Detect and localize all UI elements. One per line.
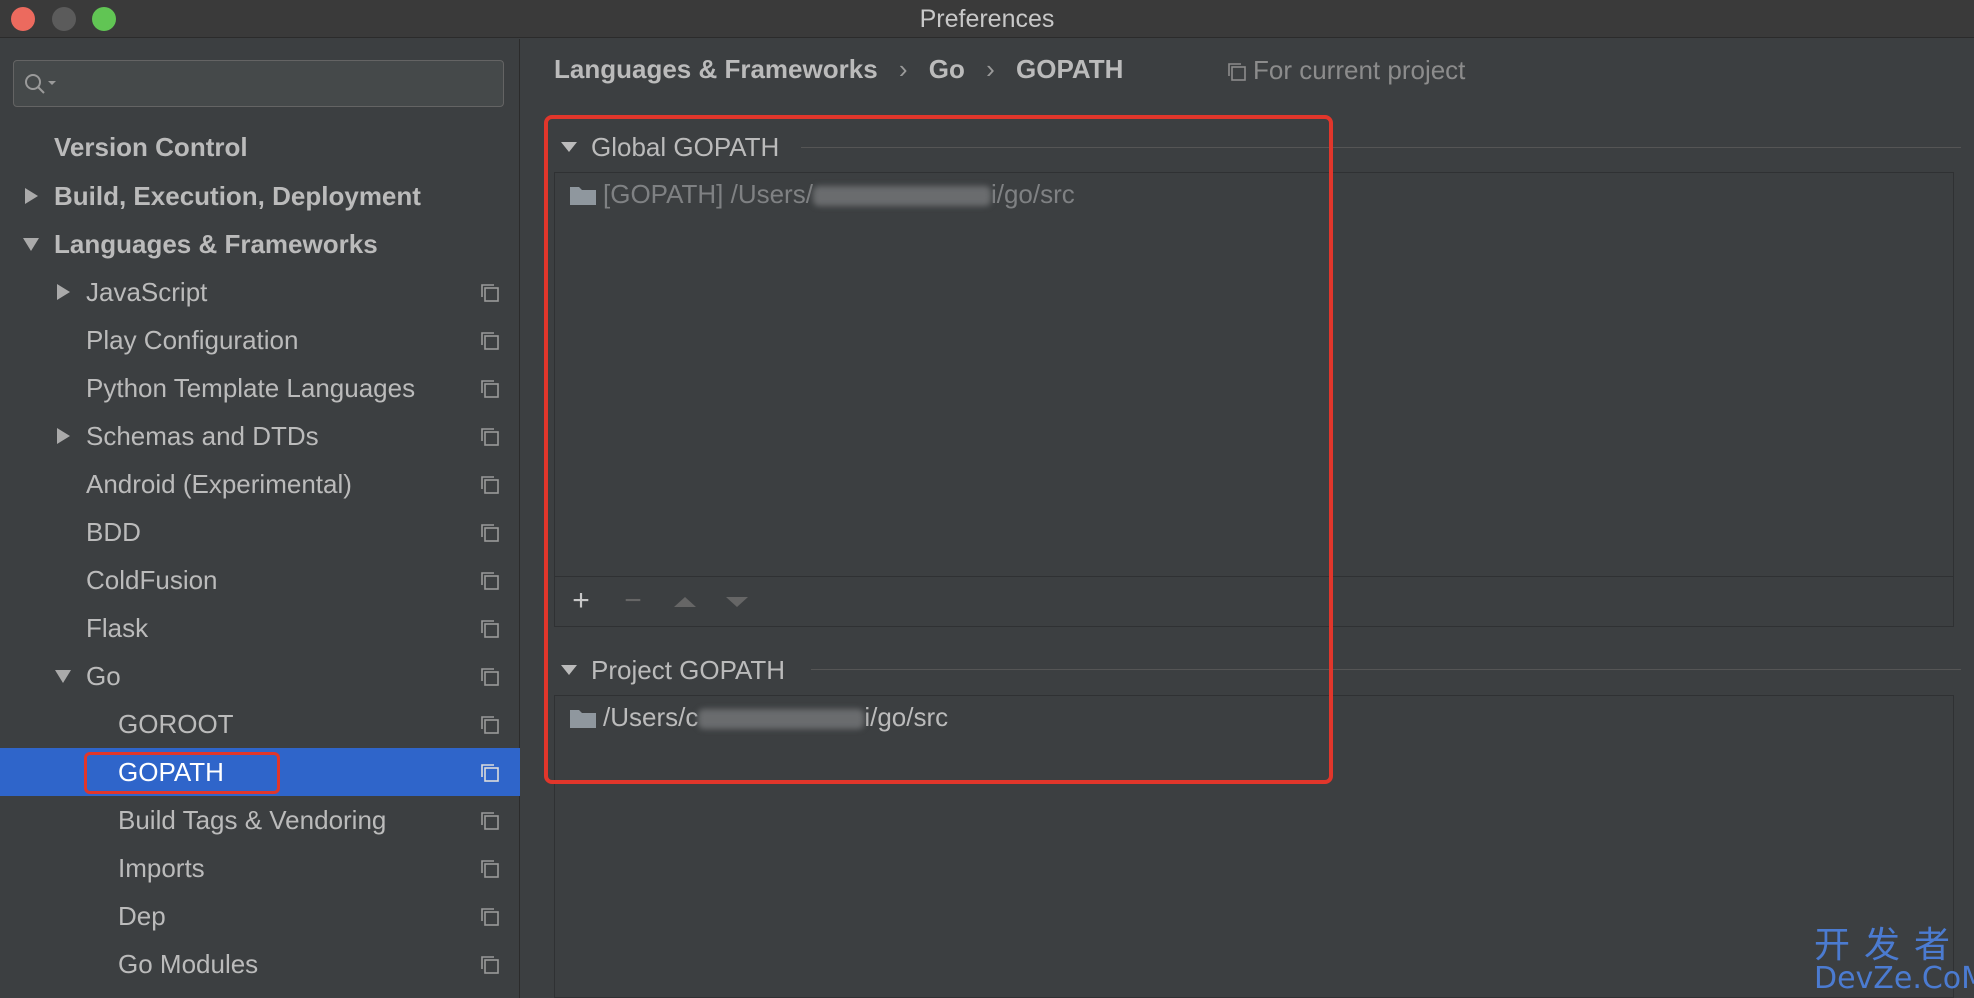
sidebar-item-label: Go Modules (118, 949, 259, 979)
sidebar-item-javascript[interactable]: JavaScript (0, 268, 520, 316)
breadcrumb: Languages & Frameworks › Go › GOPATH (554, 54, 1137, 85)
project-scope-icon (481, 380, 499, 398)
sidebar-item-build-tags-vendoring[interactable]: Build Tags & Vendoring (0, 796, 520, 844)
project-scope-icon (481, 620, 499, 638)
sidebar-item-label: GOPATH (118, 757, 224, 787)
breadcrumb-item-current: GOPATH (1016, 54, 1124, 84)
sidebar-item-label: Android (Experimental) (86, 469, 352, 499)
watermark-logo: 开发者 DevZe.CoM (1814, 925, 1974, 996)
chevron-down-icon[interactable] (54, 667, 72, 685)
sidebar-item-label: GOROOT (118, 709, 234, 739)
sidebar-item-label: Imports (118, 853, 205, 883)
sidebar-item-label: JavaScript (86, 277, 208, 307)
project-scope-icon (481, 284, 499, 302)
sidebar-item-label: Python Template Languages (86, 373, 416, 403)
sidebar-item-label: Flask (86, 613, 149, 643)
scope-label: For current project (1253, 55, 1466, 85)
breadcrumb-separator: › (898, 54, 908, 84)
search-input[interactable] (13, 60, 504, 107)
project-scope-icon (481, 524, 499, 542)
sidebar-item-flask[interactable]: Flask (0, 604, 520, 652)
sidebar-item-label: ColdFusion (86, 565, 218, 595)
project-scope-icon (481, 860, 499, 878)
sidebar-item-goroot[interactable]: GOROOT (0, 700, 520, 748)
sidebar-item-label: Go (86, 661, 121, 691)
sidebar-item-build-execution-deployment[interactable]: Build, Execution, Deployment (0, 172, 520, 220)
project-scope-icon (481, 716, 499, 734)
sidebar-item-python-template-languages[interactable]: Python Template Languages (0, 364, 520, 412)
sidebar-item-coldfusion[interactable]: ColdFusion (0, 556, 520, 604)
sidebar-item-bdd[interactable]: BDD (0, 508, 520, 556)
annotation-highlight-box (544, 115, 1333, 784)
project-scope-icon (481, 908, 499, 926)
settings-sidebar: Version Control Build, Execution, Deploy… (0, 39, 520, 998)
window-title: Preferences (919, 5, 1055, 33)
sidebar-item-version-control[interactable]: Version Control (0, 123, 520, 171)
sidebar-item-dep[interactable]: Dep (0, 892, 520, 940)
project-scope-icon (481, 332, 499, 350)
project-scope-icon (481, 572, 499, 590)
scope-indicator: For current project (1227, 55, 1465, 86)
watermark-bottom: DevZe.CoM (1814, 961, 1974, 996)
project-scope-icon (481, 956, 499, 974)
sidebar-item-label: Dep (118, 901, 166, 931)
sidebar-item-imports[interactable]: Imports (0, 844, 520, 892)
sidebar-item-languages-frameworks[interactable]: Languages & Frameworks (0, 220, 520, 268)
sidebar-item-label: BDD (86, 517, 141, 547)
breadcrumb-item[interactable]: Go (929, 54, 965, 84)
sidebar-item-schemas-dtds[interactable]: Schemas and DTDs (0, 412, 520, 460)
sidebar-item-android[interactable]: Android (Experimental) (0, 460, 520, 508)
search-icon (25, 74, 56, 94)
sidebar-item-label: Play Configuration (86, 325, 299, 355)
sidebar-item-label: Version Control (54, 132, 248, 162)
project-scope-icon (481, 428, 499, 446)
sidebar-item-gopath[interactable]: GOPATH (0, 748, 520, 796)
project-scope-icon (481, 812, 499, 830)
project-scope-icon (481, 764, 499, 782)
chevron-right-icon[interactable] (54, 427, 72, 445)
sidebar-item-go[interactable]: Go (0, 652, 520, 700)
chevron-right-icon[interactable] (22, 187, 40, 205)
chevron-right-icon[interactable] (54, 283, 72, 301)
sidebar-item-label: Languages & Frameworks (54, 229, 378, 259)
breadcrumb-item[interactable]: Languages & Frameworks (554, 54, 878, 84)
watermark-top: 开发者 (1814, 925, 1965, 966)
sidebar-item-label: Build, Execution, Deployment (54, 181, 421, 211)
sidebar-item-go-modules[interactable]: Go Modules (0, 940, 520, 988)
project-scope-icon (481, 476, 499, 494)
project-scope-icon (481, 668, 499, 686)
sidebar-item-play-configuration[interactable]: Play Configuration (0, 316, 520, 364)
title-bar: Preferences (0, 0, 1974, 38)
sidebar-item-label: Build Tags & Vendoring (118, 805, 387, 835)
breadcrumb-separator: › (986, 54, 995, 84)
chevron-down-icon[interactable] (22, 235, 40, 253)
sidebar-item-label: Schemas and DTDs (86, 421, 319, 451)
project-scope-icon (1228, 63, 1246, 81)
